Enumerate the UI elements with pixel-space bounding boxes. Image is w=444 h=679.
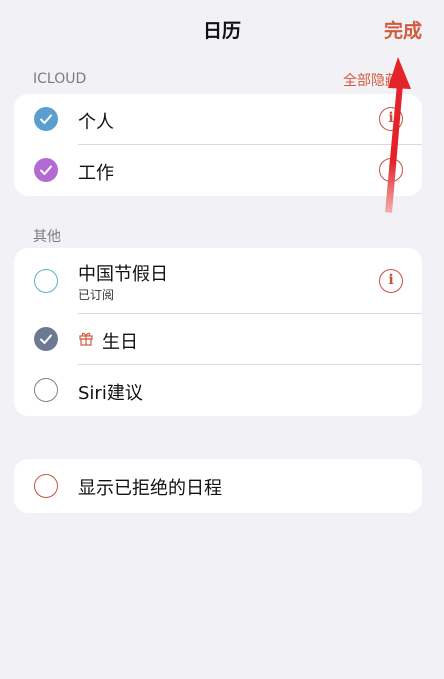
calendar-label: Siri建议 bbox=[78, 383, 143, 404]
checkmark-icon[interactable] bbox=[34, 158, 58, 182]
unchecked-circle-icon[interactable] bbox=[34, 378, 58, 402]
navigation-bar: 日历 完成 bbox=[0, 0, 444, 60]
declined-events-label: 显示已拒绝的日程 bbox=[78, 478, 222, 499]
subscription-status: 已订阅 bbox=[78, 288, 115, 302]
calendar-row-siri-suggestions[interactable]: Siri建议 bbox=[14, 365, 422, 416]
section-header-icloud: ICLOUD bbox=[33, 71, 87, 87]
checkmark-icon[interactable] bbox=[34, 327, 58, 351]
calendar-row-work[interactable]: 工作 i bbox=[14, 145, 422, 196]
calendar-row-birthdays[interactable]: 生日 bbox=[14, 314, 422, 365]
hide-all-button[interactable]: 全部隐藏 bbox=[343, 70, 399, 90]
calendar-label: 个人 bbox=[78, 112, 114, 133]
done-button[interactable]: 完成 bbox=[384, 16, 422, 43]
checkmark-icon[interactable] bbox=[34, 107, 58, 131]
info-icon[interactable]: i bbox=[379, 269, 403, 293]
calendar-row-personal[interactable]: 个人 i bbox=[14, 94, 422, 145]
calendar-label: 中国节假日 bbox=[78, 264, 168, 285]
icloud-calendar-list: 个人 i 工作 i bbox=[14, 94, 422, 196]
info-icon[interactable]: i bbox=[379, 158, 403, 182]
page-title: 日历 bbox=[202, 20, 241, 42]
other-calendar-list: 中国节假日 已订阅 i 生日 Siri建议 bbox=[14, 248, 422, 416]
unchecked-circle-icon[interactable] bbox=[34, 269, 58, 293]
calendar-label: 工作 bbox=[78, 163, 114, 184]
calendar-label: 生日 bbox=[102, 332, 138, 353]
calendar-row-china-holidays[interactable]: 中国节假日 已订阅 i bbox=[14, 248, 422, 314]
unchecked-circle-icon[interactable] bbox=[34, 474, 58, 498]
info-icon[interactable]: i bbox=[379, 107, 403, 131]
show-declined-events-row[interactable]: 显示已拒绝的日程 bbox=[14, 459, 422, 513]
section-header-other: 其他 bbox=[33, 229, 61, 245]
declined-events-card: 显示已拒绝的日程 bbox=[14, 459, 422, 513]
gift-icon bbox=[79, 332, 93, 346]
